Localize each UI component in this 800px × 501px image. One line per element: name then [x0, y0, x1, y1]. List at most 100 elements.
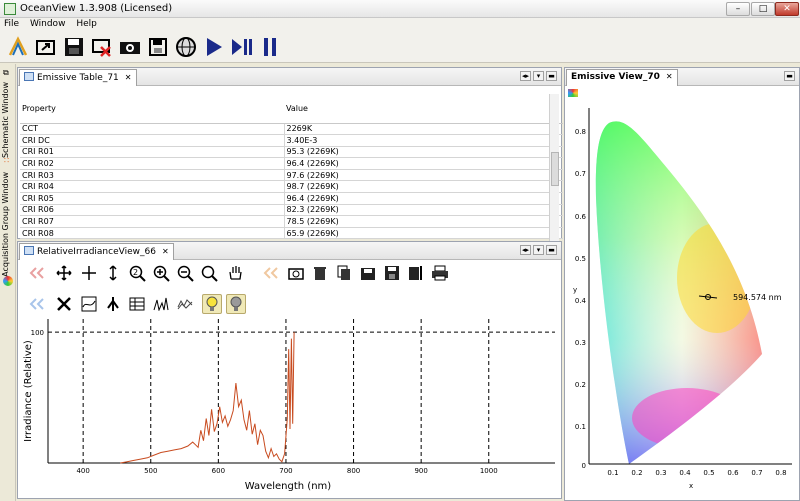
pane-nav-icon[interactable]: ◂▸ [520, 245, 531, 255]
table-row[interactable]: CRI R01 95.3 (2269K) [20, 146, 563, 159]
x-tick-label: 700 [279, 467, 292, 475]
property-cell: CRI R07 [20, 215, 285, 228]
hand-icon[interactable] [225, 263, 245, 283]
vertical-scale-icon[interactable] [103, 263, 123, 283]
restore-icon[interactable]: ⧉ [3, 68, 9, 78]
peak-icon[interactable] [103, 294, 123, 314]
play-icon[interactable] [202, 35, 226, 59]
property-cell: CRI DC [20, 134, 285, 147]
value-cell: 96.4 (2269K) [284, 157, 563, 170]
table-row[interactable]: CCT 2269K [20, 123, 563, 136]
back-arrows-icon[interactable] [27, 263, 47, 283]
settings-tools-icon[interactable] [406, 263, 426, 283]
table-view-icon[interactable] [127, 294, 147, 314]
schematic-window-tab[interactable]: Schematic Window [1, 82, 10, 158]
light-on-icon[interactable] [202, 294, 222, 314]
table-row[interactable]: CRI DC 3.40E-3 [20, 134, 563, 147]
camera-icon[interactable] [118, 35, 142, 59]
pane-menu-icon[interactable]: ▾ [533, 71, 544, 81]
pan-icon[interactable] [54, 263, 74, 283]
horizontal-scale-icon[interactable] [79, 263, 99, 283]
menu-help[interactable]: Help [72, 18, 101, 31]
tab-irradiance-view[interactable]: RelativeIrradianceView_66 ✕ [19, 243, 174, 260]
pane-minimize-icon[interactable]: ▬ [784, 71, 795, 81]
table-row[interactable]: CRI R06 82.3 (2269K) [20, 204, 563, 217]
pane-controls: ▬ [782, 71, 795, 81]
maximize-button[interactable]: □ [751, 2, 775, 16]
table-icon [24, 72, 34, 81]
zoom-2-icon[interactable]: 2 [127, 263, 147, 283]
property-cell: CCT [20, 123, 285, 136]
svg-text:2: 2 [133, 268, 138, 277]
delete-icon[interactable] [90, 35, 114, 59]
left-side-bar: ⧉ Schematic Window ∷ Acquisition Group W… [0, 64, 16, 501]
window-title: OceanView 1.3.908 (Licensed) [20, 3, 173, 14]
table-row[interactable]: CRI R04 98.7 (2269K) [20, 180, 563, 194]
zoom-in-icon[interactable] [151, 263, 171, 283]
x-tick-label: 400 [76, 467, 89, 475]
light-off-icon[interactable] [226, 294, 246, 314]
minimize-button[interactable]: – [726, 2, 750, 16]
spectrum-icon [3, 276, 13, 286]
zoom-icon[interactable] [199, 263, 219, 283]
value-cell: 97.6 (2269K) [284, 169, 563, 182]
tab-emissive-table[interactable]: Emissive Table_71 ✕ [19, 69, 137, 86]
y-tick-label: 100 [31, 329, 44, 337]
close-button[interactable]: ✕ [775, 2, 799, 16]
globe-icon[interactable] [174, 35, 198, 59]
table-row[interactable]: CRI R05 96.4 (2269K) [20, 192, 563, 205]
pause-icon[interactable] [258, 35, 282, 59]
value-cell: 95.3 (2269K) [284, 146, 563, 159]
table-row[interactable]: CRI R08 65.9 (2269K) [20, 227, 563, 240]
close-tab-icon[interactable]: ✕ [162, 247, 169, 256]
open-icon[interactable] [34, 35, 58, 59]
menu-window[interactable]: Window [26, 18, 70, 31]
value-cell: 78.5 (2269K) [284, 215, 563, 228]
copy-icon[interactable] [334, 263, 354, 283]
close-tab-icon[interactable]: ✕ [125, 73, 132, 82]
export-icon[interactable] [358, 263, 378, 283]
table-row[interactable]: CRI R03 97.6 (2269K) [20, 169, 563, 182]
irradiance-chart[interactable]: 400 500 600 700 800 900 1000 100 Wavelength (n… [20, 319, 561, 497]
overlay-icon[interactable] [175, 294, 195, 314]
emissive-view-tab-label: Emissive View_70 [571, 72, 660, 82]
print-icon[interactable] [430, 263, 450, 283]
column-header-value[interactable]: Value [284, 95, 563, 124]
x-tick-label: 800 [347, 467, 360, 475]
close-tab-icon[interactable]: ✕ [666, 72, 673, 81]
spectrum-peaks-icon[interactable] [151, 294, 171, 314]
menu-file[interactable]: File [0, 18, 23, 31]
wizard-icon[interactable] [6, 35, 30, 59]
pane-menu-icon[interactable]: ▾ [533, 245, 544, 255]
tools-icon[interactable] [54, 294, 74, 314]
pane-controls: ◂▸ ▾ ▬ [518, 71, 557, 81]
trash-icon[interactable] [310, 263, 330, 283]
column-header-property[interactable]: Property [20, 95, 284, 124]
pane-nav-icon[interactable]: ◂▸ [520, 71, 531, 81]
cie-y-tick: 0.7 [575, 170, 586, 178]
snapshot-icon[interactable] [286, 263, 306, 283]
cie-y-tick: 0.3 [575, 339, 586, 347]
table-row[interactable]: CRI R07 78.5 (2269K) [20, 215, 563, 228]
x-tick-label: 1000 [480, 467, 498, 475]
irradiance-tab-label: RelativeIrradianceView_66 [37, 247, 156, 257]
tab-emissive-view[interactable]: Emissive View_70 ✕ [566, 69, 678, 86]
value-cell: 98.7 (2269K) [284, 180, 563, 194]
back-arrows-icon[interactable] [261, 263, 281, 283]
acquisition-group-window-tab[interactable]: Acquisition Group Window [1, 172, 10, 277]
pane-minimize-icon[interactable]: ▬ [546, 245, 557, 255]
back-arrows-icon[interactable] [27, 294, 47, 314]
save-data-icon[interactable] [382, 263, 402, 283]
save-icon[interactable] [62, 35, 86, 59]
zoom-out-icon[interactable] [175, 263, 195, 283]
pane-minimize-icon[interactable]: ▬ [546, 71, 557, 81]
cie-y-tick: 0.2 [575, 381, 586, 389]
property-cell: CRI R05 [20, 192, 285, 205]
cie-x-tick: 0.3 [655, 469, 666, 477]
table-row[interactable]: CRI R02 96.4 (2269K) [20, 157, 563, 170]
title-bar: OceanView 1.3.908 (Licensed) – □ ✕ [0, 0, 800, 18]
play-pause-icon[interactable] [230, 35, 254, 59]
scrollbar-thumb[interactable] [551, 152, 559, 186]
disk-icon[interactable] [146, 35, 170, 59]
graph-view-icon[interactable] [79, 294, 99, 314]
